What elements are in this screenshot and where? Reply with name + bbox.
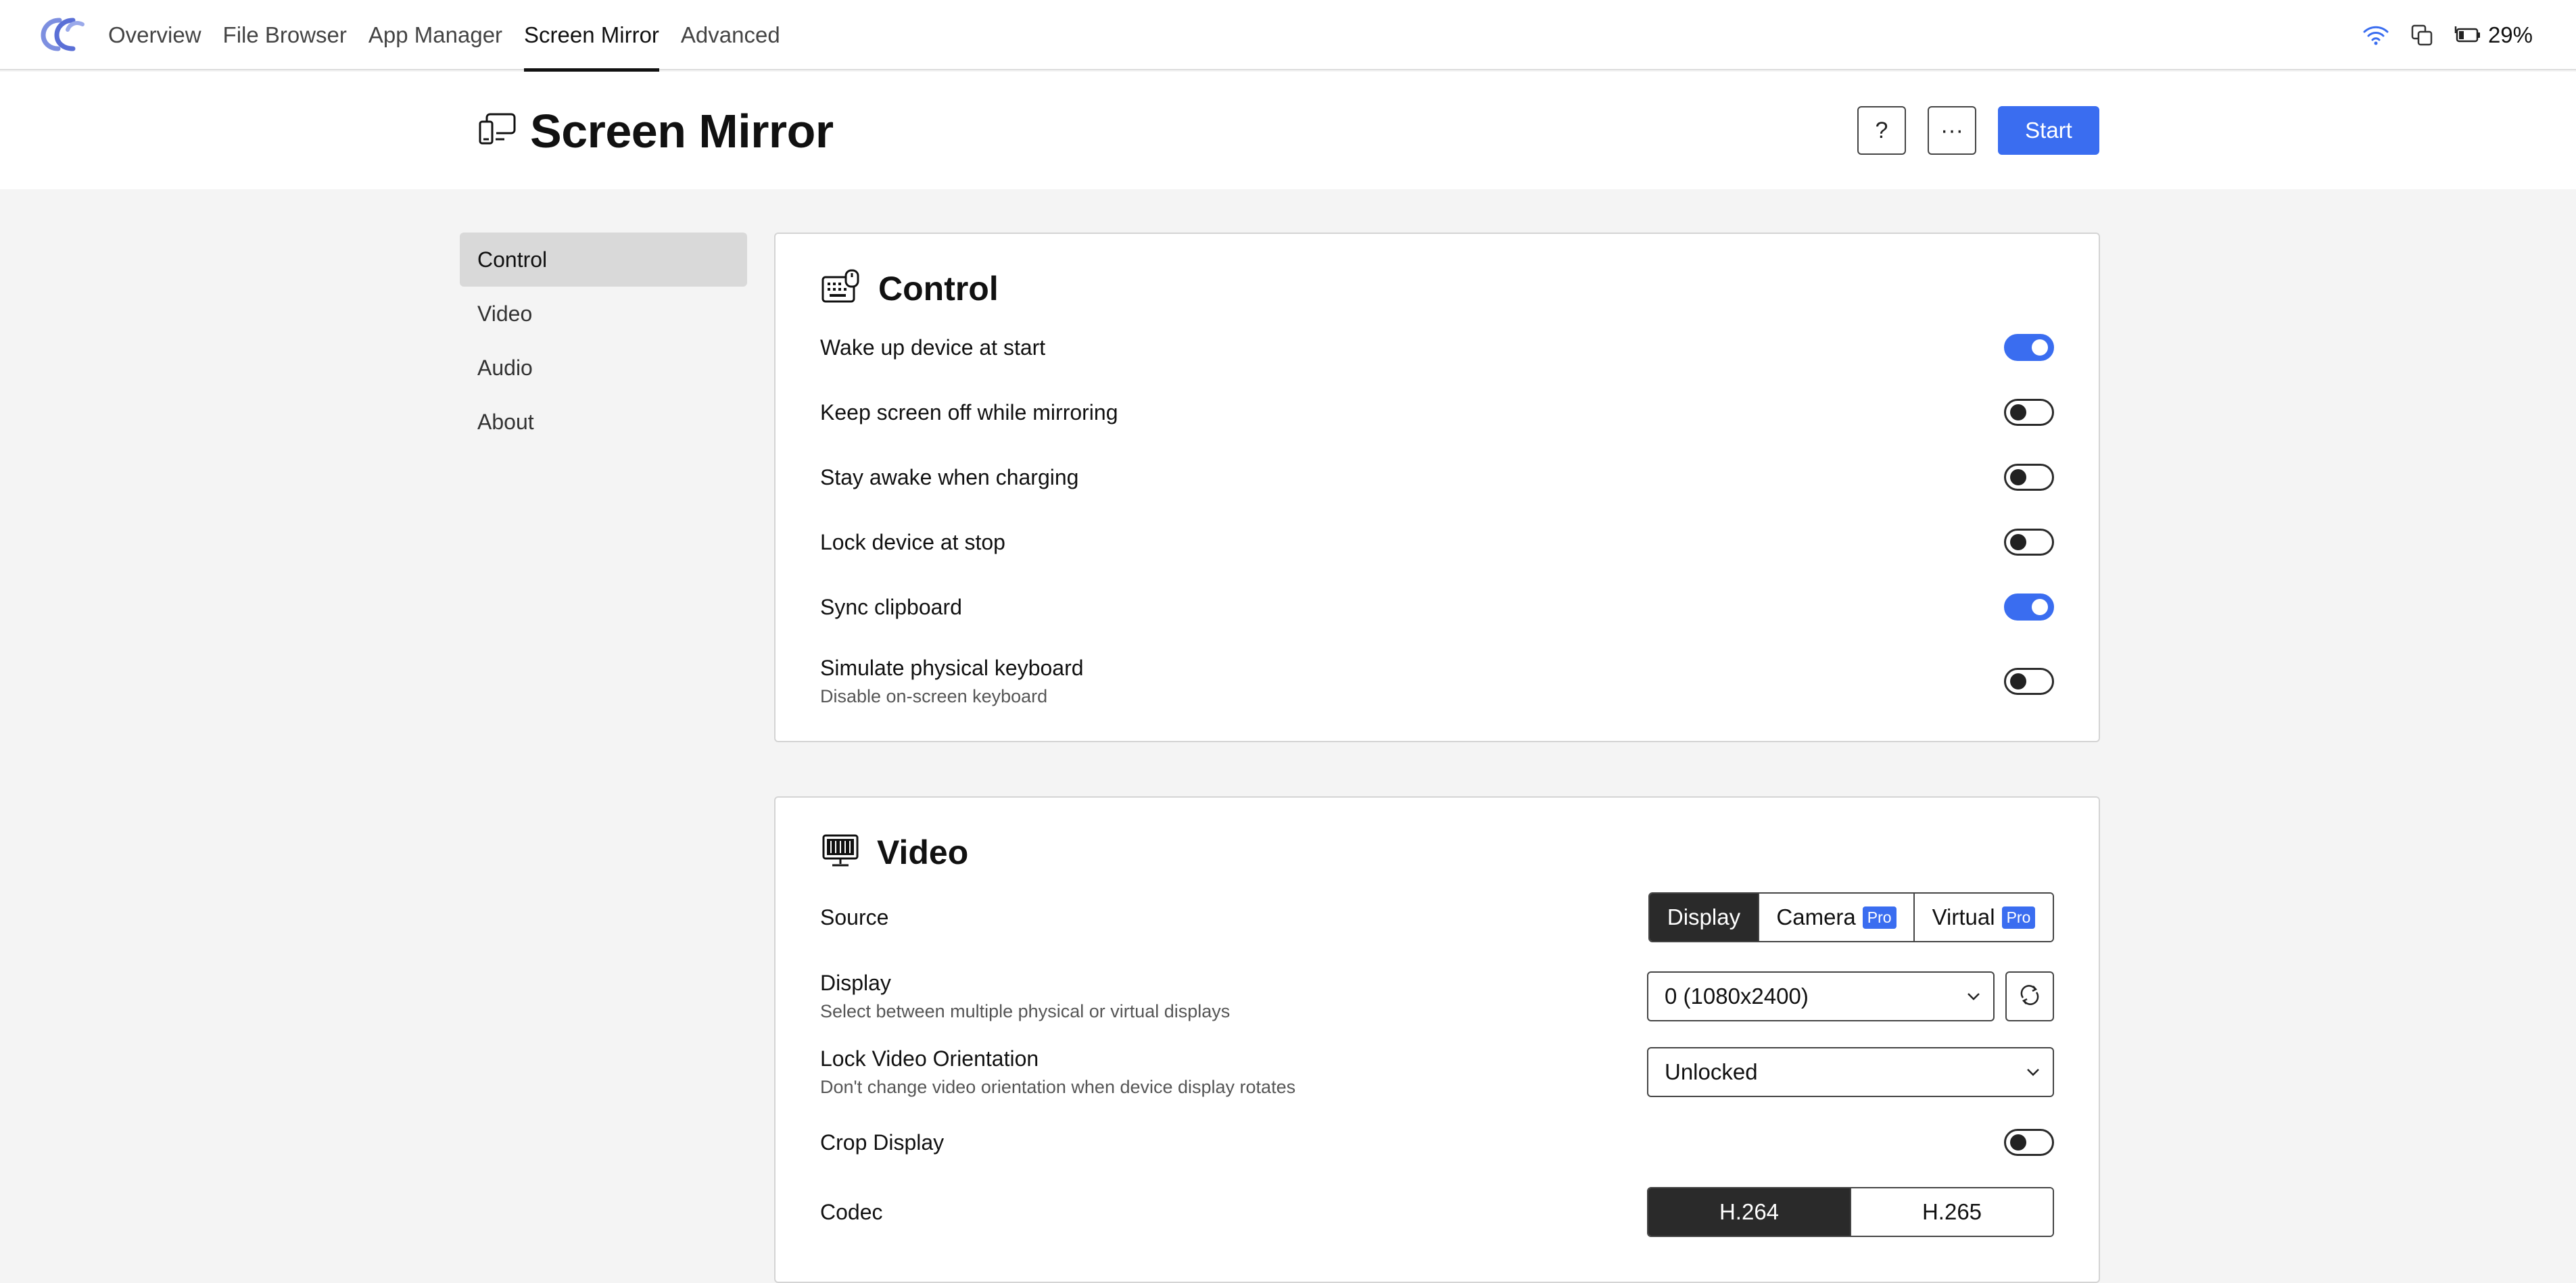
setting-label: Lock Video Orientation	[820, 1046, 1039, 1071]
crop-display-toggle[interactable]	[2004, 1129, 2054, 1156]
pro-badge: Pro	[1862, 906, 1897, 929]
refresh-icon	[2018, 983, 2042, 1011]
screen-mirror-icon	[477, 110, 518, 153]
setting-label: Lock device at stop	[820, 529, 1005, 554]
toggle-knob	[2010, 404, 2026, 420]
source-option-virtual[interactable]: Virtual Pro	[1913, 894, 2053, 941]
orientation-select[interactable]: Unlocked	[1647, 1047, 2054, 1097]
page-title: Screen Mirror	[530, 105, 834, 158]
page-title-group: Screen Mirror	[477, 104, 834, 158]
app-logo-icon	[39, 15, 88, 53]
codec-segmented-control: H.264 H.265	[1647, 1187, 2054, 1237]
setting-label: Codec	[820, 1199, 883, 1224]
setting-row-lock-device: Lock device at stop	[820, 529, 2054, 556]
setting-row-wake-up: Wake up device at start	[820, 334, 2054, 361]
setting-description: Disable on-screen keyboard	[820, 686, 1048, 706]
side-menu-item-video[interactable]: Video	[460, 287, 747, 341]
wifi-icon	[2362, 24, 2389, 46]
source-segmented-control: Display Camera Pro Virtual Pro	[1648, 892, 2054, 942]
tab-advanced[interactable]: Advanced	[681, 0, 780, 70]
setting-label: Keep screen off while mirroring	[820, 400, 1118, 425]
toggle-knob	[2032, 339, 2048, 356]
select-value: 0 (1080x2400)	[1665, 984, 1809, 1009]
setting-description: Don't change video orientation when devi…	[820, 1077, 1296, 1097]
side-menu-item-control[interactable]: Control	[460, 233, 747, 287]
pro-badge: Pro	[2001, 906, 2036, 929]
setting-row-lock-orientation: Lock Video Orientation Don't change vide…	[820, 1046, 2054, 1098]
video-settings-card: Video Source Display Camera Pro Virtual …	[774, 796, 2100, 1283]
device-status-area: 29%	[2362, 0, 2533, 70]
keep-screen-off-toggle[interactable]	[2004, 399, 2054, 426]
setting-row-display: Display Select between multiple physical…	[820, 971, 2054, 1022]
setting-row-sync-clipboard: Sync clipboard	[820, 594, 2054, 621]
battery-status: 29%	[2454, 22, 2533, 48]
display-select-group: 0 (1080x2400)	[1647, 971, 2054, 1021]
main-nav-tabs: Overview File Browser App Manager Screen…	[108, 0, 802, 72]
control-section-title: Control	[878, 269, 999, 308]
monitor-icon	[820, 831, 861, 873]
setting-row-physical-keyboard: Simulate physical keyboard Disable on-sc…	[820, 656, 2054, 707]
video-section-title: Video	[877, 833, 969, 871]
source-option-camera[interactable]: Camera Pro	[1758, 894, 1913, 941]
tab-overview[interactable]: Overview	[108, 0, 201, 70]
video-card-header: Video	[820, 831, 968, 873]
keyboard-mouse-icon	[820, 268, 862, 309]
toggle-knob	[2010, 469, 2026, 485]
setting-description: Select between multiple physical or virt…	[820, 1001, 1231, 1021]
source-option-display[interactable]: Display	[1650, 894, 1758, 941]
option-label: Display	[1667, 904, 1741, 929]
control-settings-card: Control Wake up device at start Keep scr…	[774, 233, 2100, 742]
setting-row-codec: Codec H.264 H.265	[820, 1187, 2054, 1237]
side-menu-item-about[interactable]: About	[460, 395, 747, 449]
setting-row-crop-display: Crop Display	[820, 1129, 2054, 1156]
display-select[interactable]: 0 (1080x2400)	[1647, 971, 1995, 1021]
settings-side-menu: Control Video Audio About	[460, 233, 747, 449]
select-value: Unlocked	[1665, 1059, 1758, 1084]
setting-label: Sync clipboard	[820, 594, 962, 619]
copy-windows-icon[interactable]	[2410, 23, 2434, 47]
codec-option-h265[interactable]: H.265	[1850, 1188, 2053, 1236]
wake-up-toggle[interactable]	[2004, 334, 2054, 361]
side-menu-item-audio[interactable]: Audio	[460, 341, 747, 395]
toggle-knob	[2010, 673, 2026, 689]
setting-label: Source	[820, 904, 889, 929]
tab-file-browser[interactable]: File Browser	[223, 0, 347, 70]
toggle-knob	[2010, 534, 2026, 550]
toggle-knob	[2032, 599, 2048, 615]
refresh-displays-button[interactable]	[2005, 971, 2054, 1021]
setting-row-screen-off: Keep screen off while mirroring	[820, 399, 2054, 426]
battery-charging-icon	[2454, 25, 2483, 45]
setting-row-source: Source Display Camera Pro Virtual Pro	[820, 892, 2054, 942]
page-header: Screen Mirror ? ··· Start	[0, 72, 2576, 189]
setting-text-group: Display Select between multiple physical…	[820, 971, 1230, 1022]
codec-option-h264[interactable]: H.264	[1648, 1188, 1850, 1236]
header-actions: ? ··· Start	[1857, 106, 2099, 155]
setting-label: Stay awake when charging	[820, 464, 1079, 489]
option-label: Virtual	[1932, 904, 1995, 929]
tab-app-manager[interactable]: App Manager	[368, 0, 502, 70]
setting-row-stay-awake: Stay awake when charging	[820, 464, 2054, 491]
help-button[interactable]: ?	[1857, 106, 1906, 155]
setting-label: Simulate physical keyboard	[820, 656, 1084, 680]
top-navigation-bar: Overview File Browser App Manager Screen…	[0, 0, 2576, 72]
setting-label: Display	[820, 971, 891, 995]
start-button[interactable]: Start	[1998, 106, 2099, 155]
chevron-down-icon	[2026, 1067, 2041, 1077]
option-label: Camera	[1776, 904, 1856, 929]
lock-device-toggle[interactable]	[2004, 529, 2054, 556]
setting-label: Crop Display	[820, 1130, 945, 1155]
setting-text-group: Lock Video Orientation Don't change vide…	[820, 1046, 1295, 1098]
battery-percent: 29%	[2487, 22, 2533, 47]
stay-awake-toggle[interactable]	[2004, 464, 2054, 491]
more-options-button[interactable]: ···	[1928, 106, 1976, 155]
chevron-down-icon	[1966, 992, 1981, 1001]
toggle-knob	[2010, 1134, 2026, 1151]
sync-clipboard-toggle[interactable]	[2004, 594, 2054, 621]
control-card-header: Control	[820, 268, 999, 309]
tab-screen-mirror[interactable]: Screen Mirror	[524, 0, 659, 72]
setting-label: Wake up device at start	[820, 335, 1046, 360]
physical-keyboard-toggle[interactable]	[2004, 668, 2054, 695]
setting-text-group: Simulate physical keyboard Disable on-sc…	[820, 656, 1084, 707]
